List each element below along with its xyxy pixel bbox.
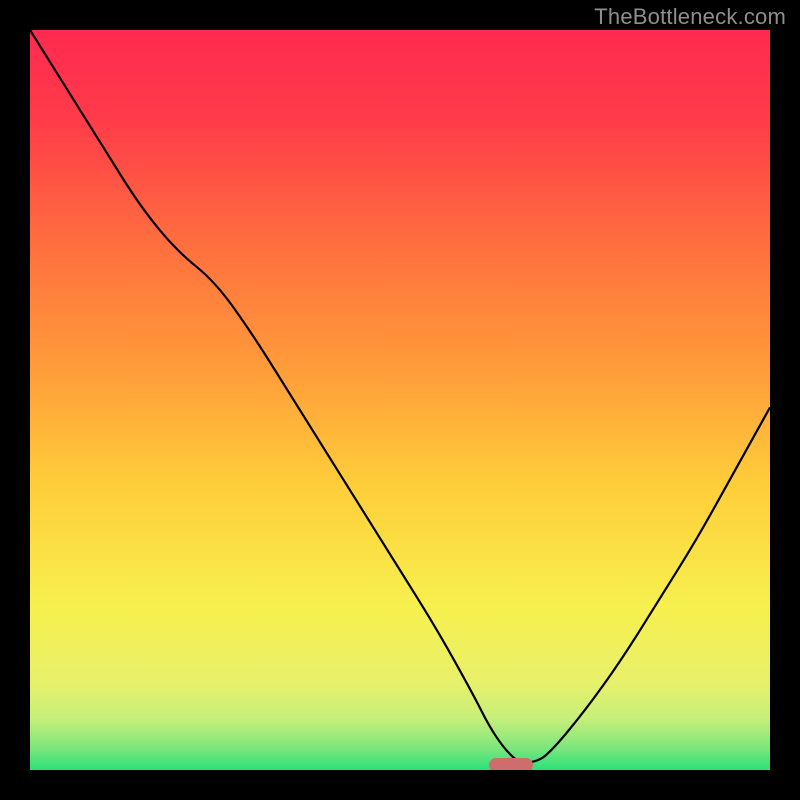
bottleneck-curve: [30, 30, 770, 770]
optimal-marker: [489, 758, 533, 770]
chart-frame: TheBottleneck.com: [0, 0, 800, 800]
watermark-text: TheBottleneck.com: [594, 4, 786, 30]
curve-path: [30, 30, 770, 763]
plot-area: [30, 30, 770, 770]
